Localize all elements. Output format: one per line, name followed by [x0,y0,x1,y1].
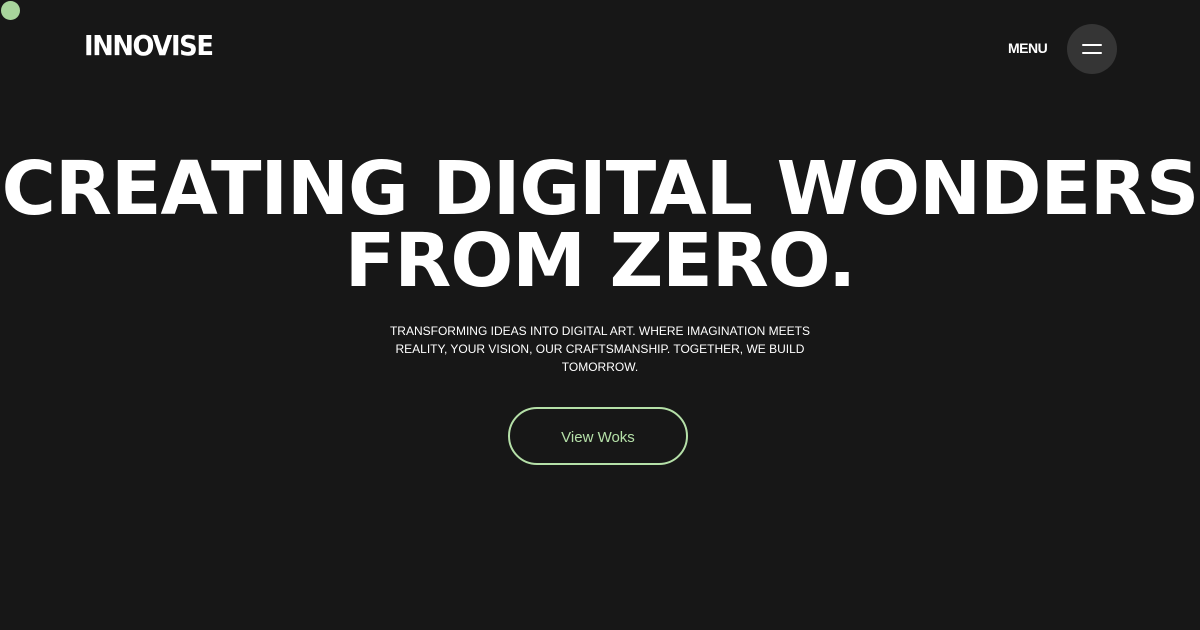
site-header: INNOVISE MENU [0,0,1200,100]
hero-subtitle: TRANSFORMING IDEAS INTO DIGITAL ART. WHE… [389,324,811,374]
hero-title: CREATING DIGITAL WONDERS FROM ZERO. [0,146,1200,304]
menu-label[interactable]: MENU [1008,39,1048,57]
view-works-button[interactable]: View Woks [508,407,688,465]
hamburger-icon [1082,44,1102,46]
hero-title-line-2: FROM ZERO. [344,218,856,304]
hero-title-line-1: CREATING DIGITAL WONDERS [1,146,1200,232]
hamburger-icon-bar [1082,52,1102,54]
menu-button[interactable] [1067,24,1117,74]
brand-logo[interactable]: INNOVISE [84,30,214,62]
